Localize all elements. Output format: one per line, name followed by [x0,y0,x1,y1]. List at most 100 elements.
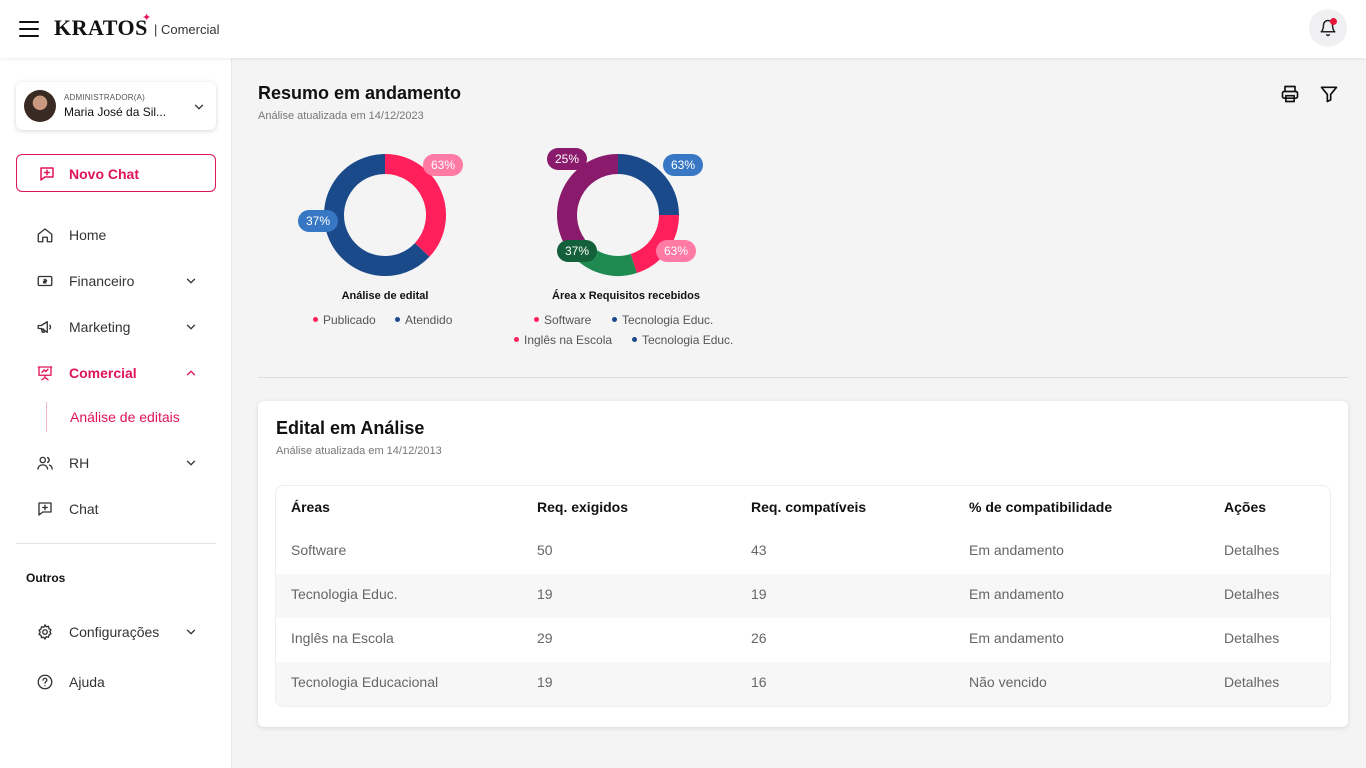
new-chat-label: Novo Chat [69,166,139,182]
edital-table: Áreas Req. exigidos Req. compatíveis % d… [275,485,1331,707]
legend-label: Atendido [405,313,453,327]
chart-title: Área x Requisitos recebidos [552,290,700,302]
filter-icon[interactable] [1319,84,1339,104]
chart-area-requisitos: 63% 63% 37% 25% Área x Requisitos recebidos… [233,58,733,347]
cell-area: Tecnologia Educ. [291,586,398,602]
column-header: Req. exigidos [537,499,629,515]
cell-req-compativeis: 16 [751,674,767,690]
print-icon[interactable] [1280,84,1300,104]
help-icon [37,674,53,690]
legend-dot [395,317,400,323]
cell-compatibilidade: Em andamento [969,586,1064,602]
sidebar-divider [16,543,216,544]
notification-badge [1330,18,1337,25]
cell-req-compativeis: 19 [751,586,767,602]
cell-area: Tecnologia Educacional [291,674,439,690]
badge-label: 37% [306,214,330,228]
section-title-outros: Outros [26,571,66,585]
column-header: Áreas [291,499,330,515]
page-title: Resumo em andamento [258,83,462,103]
sidebar-item-label: Marketing [69,319,131,335]
sidebar-item-financeiro[interactable]: Financeiro [16,263,216,299]
details-link[interactable]: Detalhes [1224,630,1279,646]
chevron-up-icon[interactable] [184,366,198,380]
sidebar-item-ajuda[interactable]: Ajuda [16,664,216,700]
module-name: | Comercial [154,22,220,37]
cell-req-exigidos: 50 [537,542,553,558]
column-header: Ações [1224,499,1267,515]
sidebar-item-configuracoes[interactable]: Configurações [16,614,216,650]
table-row: Software 50 43 Em andamento Detalhes [276,530,1330,574]
chevron-down-icon[interactable] [184,320,198,334]
details-link[interactable]: Detalhes [1224,586,1279,602]
logo-star-icon: ✦ [142,11,152,24]
sidebar-subitem-analise-editais[interactable]: Análise de editais [46,402,180,432]
slice-badge: 63% [656,240,696,262]
card-subtitle: Análise atualizada em 14/12/2013 [276,445,442,457]
chevron-down-icon[interactable] [184,625,198,639]
chevron-down-icon[interactable] [184,456,198,470]
sidebar-item-label: Ajuda [69,674,105,690]
table-row: Inglês na Escola 29 26 Em andamento Deta… [276,618,1330,662]
home-icon [37,228,53,243]
legend-dot [632,337,637,343]
legend-dot [514,337,519,343]
details-link[interactable]: Detalhes [1224,674,1279,690]
chat-plus-icon [38,502,52,516]
badge-label: 63% [671,158,695,172]
details-link[interactable]: Detalhes [1224,542,1279,558]
menu-icon[interactable] [19,21,39,37]
notification-button[interactable] [1309,9,1347,47]
badge-label: 37% [565,244,589,258]
cell-area: Inglês na Escola [291,630,394,646]
money-icon [37,275,53,287]
donut-slice[interactable] [557,154,619,251]
gear-icon [38,624,52,640]
cell-compatibilidade: Em andamento [969,542,1064,558]
logo[interactable]: KRATOS [54,15,148,41]
cell-req-exigidos: 29 [537,630,553,646]
sidebar-item-label: RH [69,455,90,471]
donut-slice[interactable] [617,154,679,216]
cell-req-exigidos: 19 [537,586,553,602]
sidebar-item-home[interactable]: Home [16,217,216,253]
user-name: Maria José da Sil... [64,105,167,119]
top-bar: KRATOS ✦ | Comercial [0,0,1366,58]
legend-label: Publicado [323,313,376,327]
badge-label: 63% [431,158,455,172]
badge-label: 25% [555,152,579,166]
chevron-down-icon[interactable] [184,274,198,288]
legend-item-tecnologia-educ: Tecnologia Educ. [612,313,713,327]
donut-slice[interactable] [384,154,446,257]
cell-req-compativeis: 26 [751,630,767,646]
legend-label: Software [544,313,592,327]
sidebar-item-comercial[interactable]: Comercial [16,355,216,391]
cell-area: Software [291,542,347,558]
legend-dot [534,317,539,323]
chevron-down-icon[interactable] [192,100,206,114]
legend-dot [313,317,318,323]
slice-badge: 25% [547,148,587,170]
legend-label: Inglês na Escola [524,333,613,347]
slice-badge: 37% [298,210,338,232]
sidebar-item-chat[interactable]: Chat [16,491,216,527]
sidebar-item-rh[interactable]: RH [16,445,216,481]
chart-title: Análise de edital [341,290,429,302]
cell-req-exigidos: 19 [537,674,553,690]
table-header-row: Áreas Req. exigidos Req. compatíveis % d… [276,486,1330,530]
new-chat-button[interactable]: Novo Chat [16,154,216,192]
slice-badge: 63% [663,154,703,176]
donut-chart-analise-edital: 63% 37% [298,154,463,276]
user-card[interactable]: ADMINISTRADOR(A) Maria José da Sil... [16,82,216,130]
table-row: Tecnologia Educ. 19 19 Em andamento Deta… [276,574,1330,618]
cell-req-compativeis: 43 [751,542,767,558]
sidebar-item-label: Comercial [69,365,137,381]
legend-label: Tecnologia Educ. [622,313,714,327]
presentation-icon [37,366,53,381]
sidebar-item-label: Home [69,227,107,243]
donut-chart-area-requisitos: 63% 63% 37% 25% [547,148,703,276]
avatar [24,90,56,122]
legend-item-ingles-escola: Inglês na Escola [514,333,612,347]
sidebar: ADMINISTRADOR(A) Maria José da Sil... No… [0,58,232,768]
sidebar-item-marketing[interactable]: Marketing [16,309,216,345]
